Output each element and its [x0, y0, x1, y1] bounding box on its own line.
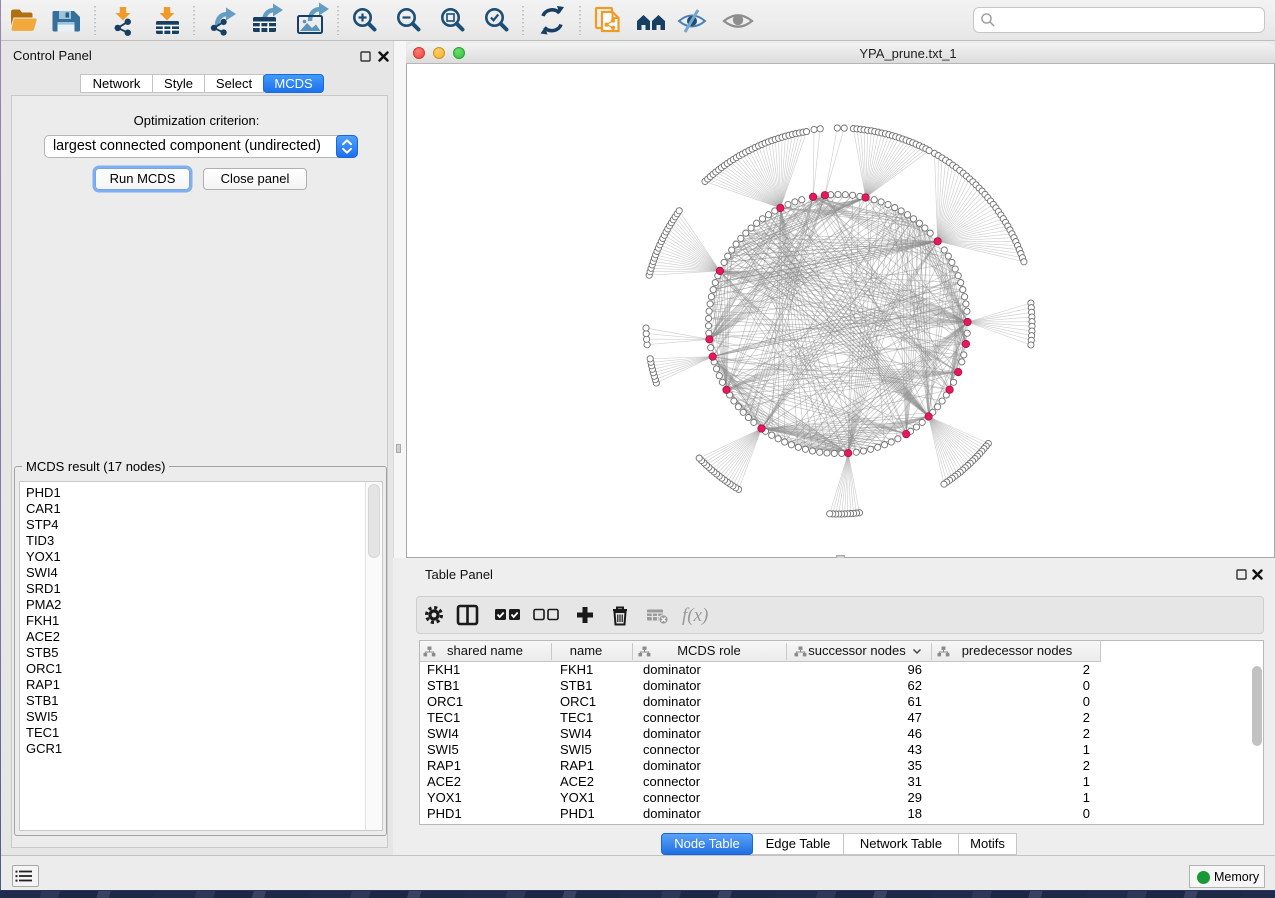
svg-text:f(x): f(x)	[682, 605, 708, 626]
